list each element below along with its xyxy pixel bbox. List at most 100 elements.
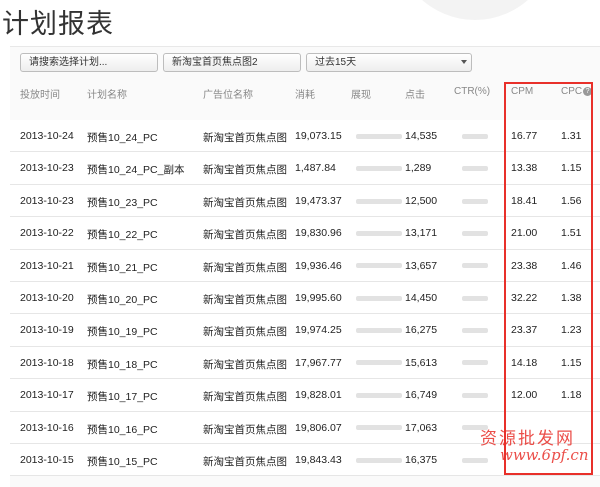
- cell-date: 2013-10-18: [20, 356, 74, 369]
- cell-slot: 新淘宝首页焦点图: [203, 358, 287, 371]
- cell-impressions-redacted: [356, 130, 402, 142]
- col-header-slot[interactable]: 广告位名称: [203, 86, 253, 101]
- plan-search-select[interactable]: 请搜索选择计划...: [20, 53, 158, 72]
- cell-clicks: 1,289: [405, 162, 432, 175]
- cell-slot: 新淘宝首页焦点图: [203, 293, 287, 306]
- cell-date: 2013-10-22: [20, 227, 74, 240]
- col-header-plan[interactable]: 计划名称: [87, 86, 127, 101]
- cell-date: 2013-10-21: [20, 259, 74, 272]
- cell-clicks: 16,275: [405, 324, 438, 337]
- cell-cpc: 1.15: [561, 356, 582, 369]
- cell-impressions-redacted: [356, 389, 402, 401]
- cell-ctr-redacted: [462, 195, 488, 207]
- table-row[interactable]: 2013-10-20 预售10_20_PC 新淘宝首页焦点图 19,995.60 14,…: [10, 281, 600, 315]
- watermark-url: www.6pf.cn: [500, 446, 589, 464]
- cell-cost: 19,473.37: [295, 194, 342, 207]
- cell-slot: 新淘宝首页焦点图: [203, 132, 287, 144]
- cell-cpm: 18.41: [511, 194, 538, 207]
- table-row[interactable]: 2013-10-21 预售10_21_PC 新淘宝首页焦点图 19,936.46 13,…: [10, 249, 600, 282]
- cell-plan: 预售10_24_PC_副本: [87, 164, 185, 177]
- cell-plan: 预售10_16_PC: [87, 423, 158, 436]
- cell-cpc: 1.18: [561, 389, 582, 402]
- col-header-cpc-label: CPC: [561, 86, 583, 97]
- cell-slot: 新淘宝首页焦点图: [203, 423, 287, 436]
- plan-search-select-label: 请搜索选择计划...: [29, 57, 108, 68]
- cell-plan: 预售10_17_PC: [87, 391, 158, 404]
- cell-date: 2013-10-20: [20, 291, 74, 304]
- cell-plan: 预售10_21_PC: [87, 261, 158, 274]
- cell-cpm: 13.38: [511, 162, 538, 175]
- col-header-ctr[interactable]: CTR(%): [454, 86, 490, 97]
- cell-date: 2013-10-16: [20, 421, 74, 434]
- cell-plan: 预售10_22_PC: [87, 229, 158, 242]
- page-title: 计划报表: [2, 9, 114, 40]
- cell-plan: 预售10_24_PC: [87, 132, 158, 144]
- table-row[interactable]: 2013-10-24 预售10_24_PC 新淘宝首页焦点图 19,073.15 14,…: [10, 120, 600, 153]
- cell-cost: 19,936.46: [295, 259, 342, 272]
- cell-slot: 新淘宝首页焦点图: [203, 229, 287, 242]
- cell-cpm: 16.77: [511, 130, 538, 142]
- cell-ctr-redacted: [462, 324, 488, 336]
- chevron-down-icon: [461, 60, 467, 64]
- cell-plan: 预售10_20_PC: [87, 293, 158, 306]
- cell-clicks: 13,657: [405, 259, 438, 272]
- cell-cpc: 1.31: [561, 130, 582, 142]
- cell-cpc: 1.23: [561, 324, 582, 337]
- cell-cpm: 23.38: [511, 259, 538, 272]
- cell-impressions-redacted: [356, 162, 402, 174]
- cell-cost: 19,828.01: [295, 389, 342, 402]
- cell-cpc: 1.38: [561, 291, 582, 304]
- col-header-impressions[interactable]: 展现: [351, 86, 371, 101]
- cell-plan: 预售10_23_PC: [87, 196, 158, 209]
- cell-cpm: 32.22: [511, 291, 538, 304]
- cell-impressions-redacted: [356, 324, 402, 336]
- ad-slot-select-label: 新淘宝首页焦点图2: [172, 57, 258, 68]
- table-row[interactable]: 2013-10-18 预售10_18_PC 新淘宝首页焦点图 17,967.77 15,…: [10, 346, 600, 380]
- col-header-cpm[interactable]: CPM: [511, 86, 533, 97]
- table-row[interactable]: 2013-10-22 预售10_22_PC 新淘宝首页焦点图 19,830.96 13,…: [10, 217, 600, 250]
- cell-slot: 新淘宝首页焦点图: [203, 391, 287, 404]
- col-header-date[interactable]: 投放时间: [20, 86, 60, 101]
- table-row[interactable]: 2013-10-17 预售10_17_PC 新淘宝首页焦点图 19,828.01 16,…: [10, 379, 600, 412]
- cell-cpc: 1.15: [561, 162, 582, 175]
- cell-plan: 预售10_19_PC: [87, 326, 158, 339]
- table-row[interactable]: 2013-10-19 预售10_19_PC 新淘宝首页焦点图 19,974.25 16,…: [10, 314, 600, 347]
- cell-cpc: 1.51: [561, 227, 582, 240]
- ad-slot-select[interactable]: 新淘宝首页焦点图2: [163, 53, 301, 72]
- cell-impressions-redacted: [356, 260, 402, 272]
- cell-clicks: 16,749: [405, 389, 438, 402]
- cell-cpm: 21.00: [511, 227, 538, 240]
- help-icon[interactable]: ?: [583, 87, 593, 96]
- cell-cost: 19,830.96: [295, 227, 342, 240]
- cell-slot: 新淘宝首页焦点图: [203, 196, 287, 209]
- cell-impressions-redacted: [356, 195, 402, 207]
- cell-impressions-redacted: [356, 357, 402, 369]
- cell-cost: 17,967.77: [295, 356, 342, 369]
- cell-ctr-redacted: [462, 389, 488, 401]
- cell-date: 2013-10-17: [20, 389, 74, 402]
- cell-impressions-redacted: [356, 227, 402, 239]
- cell-ctr-redacted: [462, 357, 488, 369]
- cell-impressions-redacted: [356, 292, 402, 304]
- col-header-cpc[interactable]: CPC?: [561, 86, 593, 97]
- col-header-clicks[interactable]: 点击: [405, 86, 425, 101]
- cell-clicks: 14,450: [405, 291, 438, 304]
- cell-date: 2013-10-23: [20, 162, 74, 175]
- cell-ctr-redacted: [462, 130, 488, 142]
- table-body: 2013-10-24 预售10_24_PC 新淘宝首页焦点图 19,073.15 14,…: [10, 120, 600, 477]
- cell-clicks: 12,500: [405, 194, 438, 207]
- cell-impressions-redacted: [356, 422, 402, 434]
- cell-ctr-redacted: [462, 292, 488, 304]
- date-range-select[interactable]: 过去15天: [306, 53, 472, 72]
- cell-ctr-redacted: [462, 227, 488, 239]
- cell-ctr-redacted: [462, 162, 488, 174]
- cell-cpc: 1.46: [561, 259, 582, 272]
- cell-cost: 19,843.43: [295, 453, 342, 466]
- date-range-select-label: 过去15天: [315, 57, 357, 68]
- table-row[interactable]: 2013-10-23 预售10_23_PC 新淘宝首页焦点图 19,473.37 12,…: [10, 184, 600, 218]
- col-header-cost[interactable]: 消耗: [295, 86, 315, 101]
- decorative-arc: [395, 0, 555, 20]
- table-row[interactable]: 2013-10-23 预售10_24_PC_副本 新淘宝首页焦点图 1,487.84 1…: [10, 152, 600, 185]
- cell-clicks: 16,375: [405, 453, 438, 466]
- cell-ctr-redacted: [462, 454, 488, 466]
